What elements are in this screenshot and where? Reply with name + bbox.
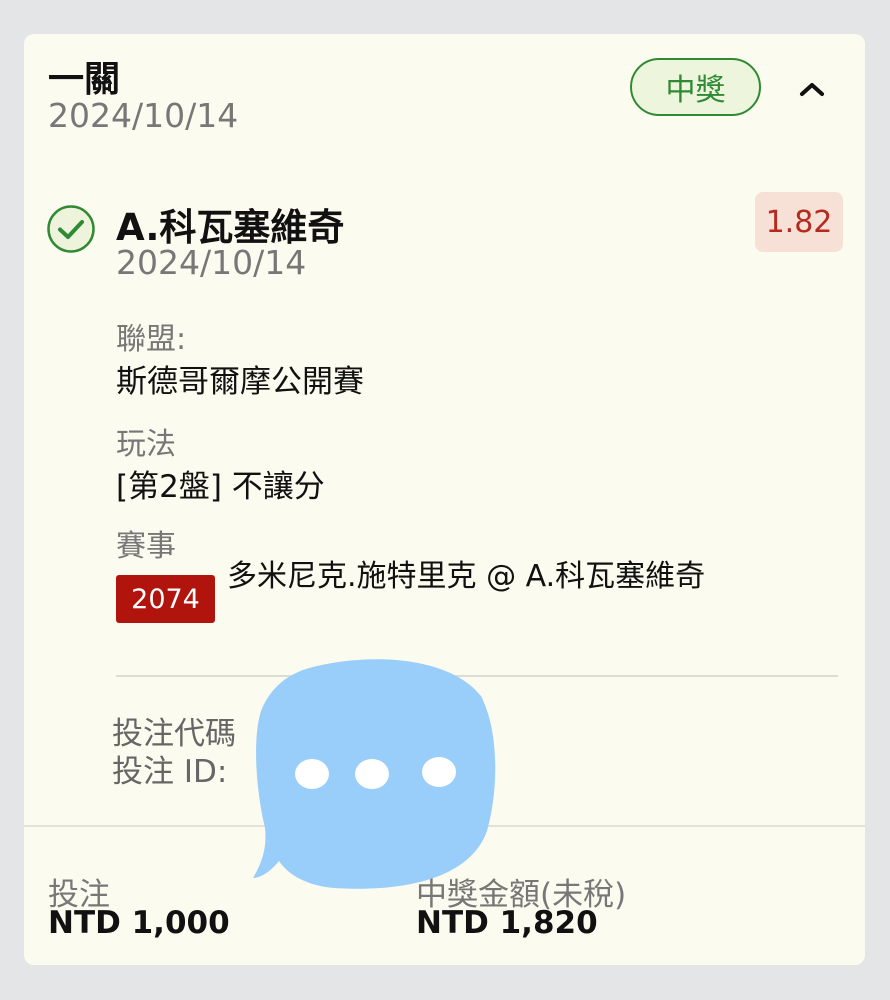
bet-type-title: 一關	[48, 59, 121, 100]
bet-date: 2024/10/14	[48, 96, 239, 135]
event-name: 多米尼克.施特里克 @ A.科瓦塞維奇	[227, 559, 706, 594]
bet-id-label: 投注 ID:	[112, 754, 228, 790]
collapse-button[interactable]	[792, 72, 832, 106]
chevron-up-icon	[800, 83, 824, 96]
league-value: 斯德哥爾摩公開賽	[116, 364, 364, 400]
selection-date: 2024/10/14	[116, 243, 307, 282]
bet-card: 一關 2024/10/14 中獎 A.科瓦塞維奇 2024/10/14 1.82…	[24, 34, 865, 965]
league-label: 聯盟:	[116, 322, 187, 357]
event-code-badge: 2074	[116, 575, 215, 623]
market-value: [第2盤] 不讓分	[116, 469, 325, 505]
odds-badge: 1.82	[755, 192, 843, 252]
chat-bubble-icon	[253, 659, 496, 889]
check-circle-icon	[47, 205, 95, 253]
status-badge: 中獎	[630, 58, 761, 116]
payout-value: NTD 1,820	[416, 905, 598, 941]
market-label: 玩法	[116, 427, 176, 462]
stake-value: NTD 1,000	[48, 905, 230, 941]
event-label: 賽事	[116, 529, 176, 564]
